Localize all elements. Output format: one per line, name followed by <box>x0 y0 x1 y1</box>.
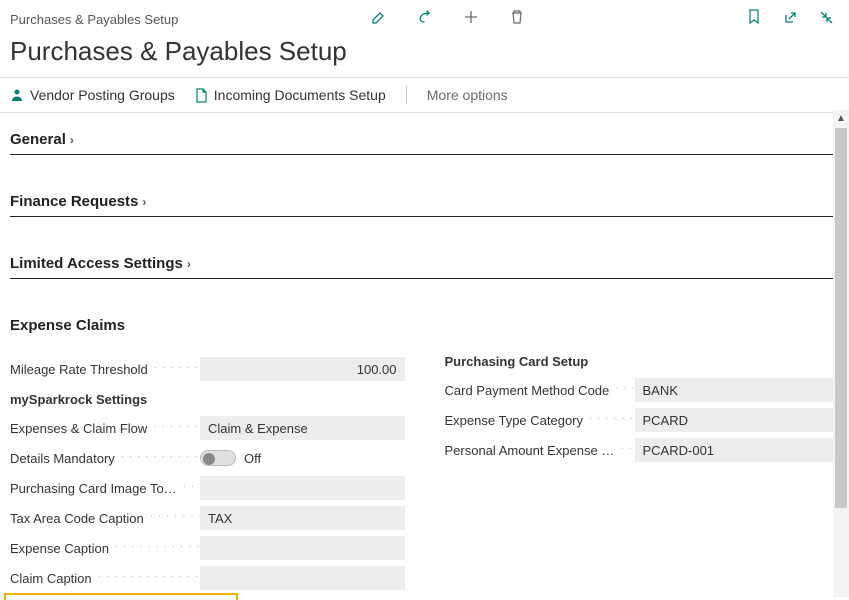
card-payment-method-label: Card Payment Method Code <box>445 383 635 398</box>
action-bar: Vendor Posting Groups Incoming Documents… <box>0 77 849 113</box>
pcard-image-label: Purchasing Card Image To… <box>10 481 200 496</box>
mileage-threshold-label: Mileage Rate Threshold <box>10 362 200 377</box>
more-options[interactable]: More options <box>427 87 508 103</box>
section-expense-claims[interactable]: Expense Claims <box>10 299 839 344</box>
scrollbar[interactable]: ▲ <box>833 110 849 597</box>
section-limited-access[interactable]: Limited Access Settings › <box>10 237 839 279</box>
document-icon <box>195 88 208 103</box>
mileage-threshold-input[interactable]: 100.00 <box>200 357 405 381</box>
section-label: Finance Requests <box>10 193 138 210</box>
details-mandatory-label: Details Mandatory <box>10 451 200 466</box>
action-label: Vendor Posting Groups <box>30 87 175 103</box>
expense-caption-label: Expense Caption <box>10 541 200 556</box>
breadcrumb: Purchases & Payables Setup <box>10 12 178 27</box>
details-mandatory-toggle[interactable] <box>200 450 236 466</box>
scroll-up-icon[interactable]: ▲ <box>833 110 849 126</box>
page-title: Purchases & Payables Setup <box>0 32 849 77</box>
claim-caption-input[interactable] <box>200 566 405 590</box>
chevron-right-icon: › <box>142 195 146 209</box>
action-label: Incoming Documents Setup <box>214 87 386 103</box>
tax-area-caption-label: Tax Area Code Caption <box>10 511 200 526</box>
scroll-thumb[interactable] <box>835 128 847 508</box>
pcard-setup-subhead: Purchasing Card Setup <box>445 354 840 375</box>
expenses-claim-flow-input[interactable]: Claim & Expense <box>200 416 405 440</box>
collapse-icon[interactable] <box>817 8 835 26</box>
content-area: General › Finance Requests › Limited Acc… <box>0 113 849 600</box>
expense-caption-input[interactable] <box>200 536 405 560</box>
incoming-docs-action[interactable]: Incoming Documents Setup <box>195 87 386 103</box>
vendor-posting-groups-action[interactable]: Vendor Posting Groups <box>10 87 175 103</box>
tax-area-caption-input[interactable]: TAX <box>200 506 405 530</box>
delete-icon[interactable] <box>508 8 526 26</box>
mysparkrock-subhead: mySparkrock Settings <box>10 384 405 413</box>
popout-icon[interactable] <box>781 8 799 26</box>
personal-amount-expense-label: Personal Amount Expense … <box>445 443 635 458</box>
new-icon[interactable] <box>462 8 480 26</box>
card-payment-method-input[interactable]: BANK <box>635 378 840 402</box>
expenses-claim-flow-label: Expenses & Claim Flow <box>10 421 200 436</box>
expense-type-category-label: Expense Type Category <box>445 413 635 428</box>
section-finance-requests[interactable]: Finance Requests › <box>10 175 839 217</box>
claim-caption-label: Claim Caption <box>10 571 200 586</box>
personal-amount-expense-input[interactable]: PCARD-001 <box>635 438 840 462</box>
pcard-image-input[interactable] <box>200 476 405 500</box>
toggle-state-label: Off <box>244 451 261 466</box>
edit-icon[interactable] <box>370 8 388 26</box>
separator <box>406 86 407 104</box>
chevron-right-icon: › <box>187 257 191 271</box>
section-general[interactable]: General › <box>10 113 839 155</box>
share-icon[interactable] <box>416 8 434 26</box>
section-label: Limited Access Settings <box>10 255 183 272</box>
chevron-right-icon: › <box>70 133 74 147</box>
section-label: General <box>10 131 66 148</box>
person-icon <box>10 88 24 102</box>
section-label: Expense Claims <box>10 317 125 334</box>
bookmark-icon[interactable] <box>745 8 763 26</box>
expense-type-category-input[interactable]: PCARD <box>635 408 840 432</box>
